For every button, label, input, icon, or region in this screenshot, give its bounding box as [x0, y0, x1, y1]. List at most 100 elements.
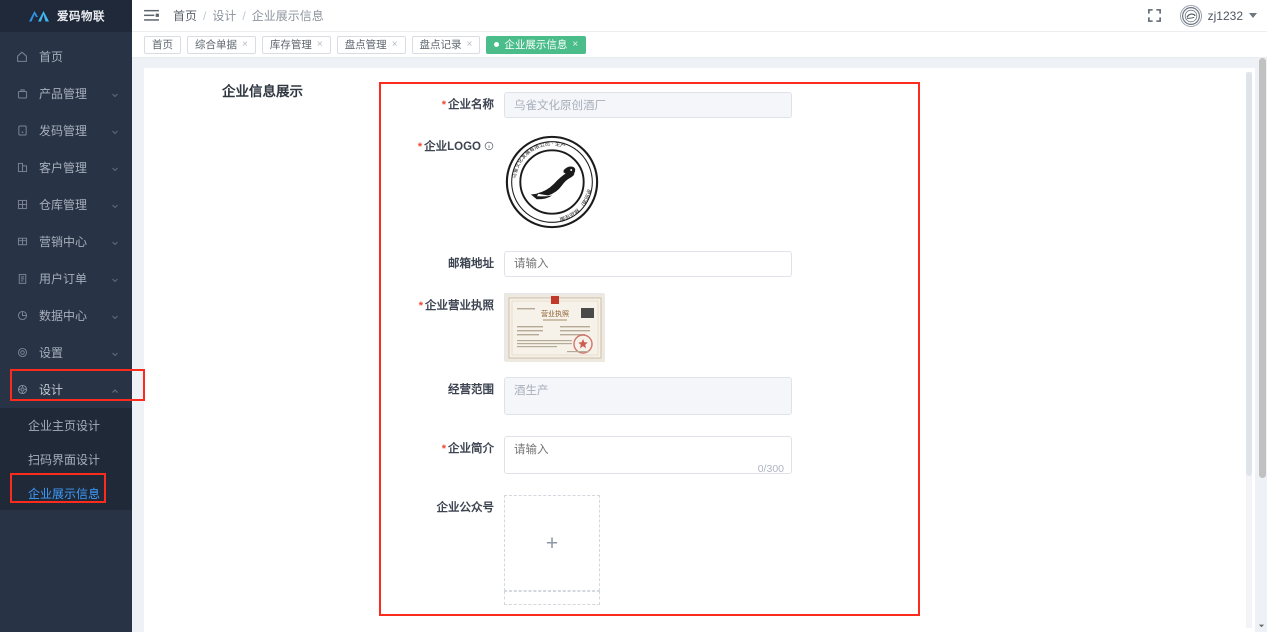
close-icon[interactable]: × — [392, 39, 398, 50]
avatar — [1179, 4, 1202, 27]
sidebar-subitem-homepage-design[interactable]: 企业主页设计 — [0, 408, 132, 442]
breadcrumb-item-design[interactable]: 设计 — [212, 7, 236, 24]
chevron-down-icon — [110, 89, 120, 99]
sidebar-item-code-issue[interactable]: 发码管理 — [0, 112, 132, 149]
official-account-uploader[interactable]: + — [504, 495, 600, 591]
bag-icon — [14, 86, 30, 102]
sidebar-item-settings[interactable]: 设置 — [0, 334, 132, 371]
sidebar-subitem-scan-ui-design[interactable]: 扫码界面设计 — [0, 442, 132, 476]
company-info-form: *企业名称 *企业LOGO — [384, 92, 914, 621]
content-wrapper: 企业信息展示 *企业名称 *企业LOGO — [132, 58, 1267, 632]
tab-stocktake-records[interactable]: 盘点记录 × — [411, 35, 481, 54]
svg-text:营业执照: 营业执照 — [541, 309, 569, 318]
content-scrollbar-thumb[interactable] — [1246, 72, 1252, 476]
sidebar-item-label: 产品管理 — [39, 87, 88, 101]
info-circle-icon[interactable] — [484, 135, 494, 151]
sidebar-subitem-company-display-info[interactable]: 企业展示信息 — [0, 476, 132, 510]
next-uploader-partial[interactable] — [504, 591, 600, 605]
hamburger-icon[interactable] — [144, 9, 159, 22]
page-scrollbar-thumb[interactable] — [1259, 58, 1266, 478]
sidebar-submenu-design: 企业主页设计 扫码界面设计 企业展示信息 — [0, 408, 132, 510]
form-label: * 企业名称 — [384, 92, 504, 118]
sidebar-item-product[interactable]: 产品管理 — [0, 75, 132, 112]
app-root: 爱码物联 首页 产品管理 发码管理 客户管理 仓库管理 营销中心 用户订单 数据… — [0, 0, 1267, 632]
tab-label: 企业展示信息 — [504, 39, 568, 51]
sidebar-item-label: 用户订单 — [39, 272, 88, 286]
form-label-text: 企业简介 — [448, 443, 494, 455]
building-icon — [14, 160, 30, 176]
sidebar-item-warehouse[interactable]: 仓库管理 — [0, 186, 132, 223]
company-seal-logo[interactable]: 乌雀文化发展有限公司 · 生产 原创酒厂 精品佳酿 — [504, 135, 600, 234]
form-row-company-logo: * 企业LOGO 乌雀文化发展有限公司 · 生产 原创酒厂 精品佳酿 — [384, 134, 914, 235]
scrollbar-down-arrow-icon[interactable] — [1257, 621, 1266, 630]
character-counter: 0/300 — [757, 463, 784, 475]
required-marker: * — [418, 300, 423, 312]
fullscreen-expand-icon[interactable] — [1147, 8, 1162, 23]
tab-home[interactable]: 首页 — [144, 35, 181, 54]
grid-icon — [14, 197, 30, 213]
form-label-text: 邮箱地址 — [448, 258, 494, 270]
user-menu[interactable]: zj1232 — [1179, 4, 1257, 27]
page-scrollbar-track[interactable] — [1258, 58, 1267, 632]
close-icon[interactable]: × — [317, 39, 323, 50]
form-row-email: 邮箱地址 — [384, 251, 914, 277]
sidebar-subitem-label: 企业主页设计 — [28, 418, 101, 433]
company-name-input[interactable] — [504, 92, 792, 118]
form-label: * 企业营业执照 — [384, 293, 504, 361]
chevron-up-icon — [110, 385, 120, 395]
form-field — [504, 377, 914, 420]
breadcrumb-item-current: 企业展示信息 — [251, 9, 324, 23]
sidebar-subitem-label: 扫码界面设计 — [28, 452, 101, 467]
sidebar-item-home[interactable]: 首页 — [0, 38, 132, 75]
brand-logo[interactable]: 爱码物联 — [0, 0, 132, 32]
plus-icon: + — [545, 531, 559, 555]
chevron-down-icon — [110, 126, 120, 136]
form-label-text: 企业LOGO — [424, 141, 481, 153]
content-card: 企业信息展示 *企业名称 *企业LOGO — [144, 68, 1255, 632]
sidebar-item-design[interactable]: 设计 — [0, 371, 132, 408]
form-field: + — [504, 495, 914, 605]
form-label: * 企业LOGO — [384, 134, 504, 235]
tab-label: 综合单据 — [195, 39, 237, 51]
content-scrollbar-track[interactable] — [1246, 72, 1252, 628]
pie-chart-icon — [14, 308, 30, 324]
company-intro-textarea[interactable] — [504, 436, 792, 474]
form-field: 营业执照 — [504, 293, 914, 362]
business-license-photo[interactable]: 营业执照 — [504, 293, 605, 362]
breadcrumb-item-home[interactable]: 首页 — [173, 7, 197, 24]
close-icon[interactable]: × — [242, 39, 248, 50]
sidebar-subitem-label: 企业展示信息 — [28, 486, 101, 501]
tab-comprehensive-docs[interactable]: 综合单据 × — [187, 35, 256, 54]
sidebar-menu: 首页 产品管理 发码管理 客户管理 仓库管理 营销中心 用户订单 数据中心 设置… — [0, 32, 132, 510]
tab-inventory-management[interactable]: 库存管理 × — [261, 35, 331, 54]
form-label-text: 企业名称 — [448, 99, 494, 111]
code-card-icon — [14, 123, 30, 139]
sidebar-item-label: 设计 — [39, 383, 64, 397]
close-icon[interactable]: × — [572, 39, 578, 50]
breadcrumb-separator: / — [203, 8, 207, 23]
compass-icon — [14, 382, 30, 398]
chevron-down-icon — [1249, 13, 1257, 18]
close-icon[interactable]: × — [467, 39, 473, 50]
form-field: 0/300 — [504, 436, 914, 479]
mountain-logo-icon — [28, 9, 50, 23]
form-row-official-account: 企业公众号 + — [384, 495, 914, 605]
email-input[interactable] — [504, 251, 792, 277]
sidebar-item-marketing[interactable]: 营销中心 — [0, 223, 132, 260]
sidebar-item-label: 首页 — [39, 50, 64, 64]
gear-icon — [14, 345, 30, 361]
business-scope-textarea[interactable] — [504, 377, 792, 415]
form-label-text: 企业营业执照 — [425, 300, 494, 312]
sidebar-item-data-center[interactable]: 数据中心 — [0, 297, 132, 334]
company-intro-wrapper: 0/300 — [504, 436, 792, 479]
sidebar-item-customer[interactable]: 客户管理 — [0, 149, 132, 186]
tab-stocktake-management[interactable]: 盘点管理 × — [336, 35, 406, 54]
table-icon — [14, 234, 30, 250]
tab-label: 盘点管理 — [344, 39, 387, 51]
breadcrumb: 首页 / 设计 / 企业展示信息 — [173, 7, 324, 24]
sidebar-item-label: 营销中心 — [39, 235, 88, 249]
sidebar-item-user-order[interactable]: 用户订单 — [0, 260, 132, 297]
home-icon — [14, 49, 30, 65]
tab-company-display-info[interactable]: 企业展示信息 × — [486, 35, 587, 54]
top-bar: 首页 / 设计 / 企业展示信息 zj1232 — [132, 0, 1267, 32]
